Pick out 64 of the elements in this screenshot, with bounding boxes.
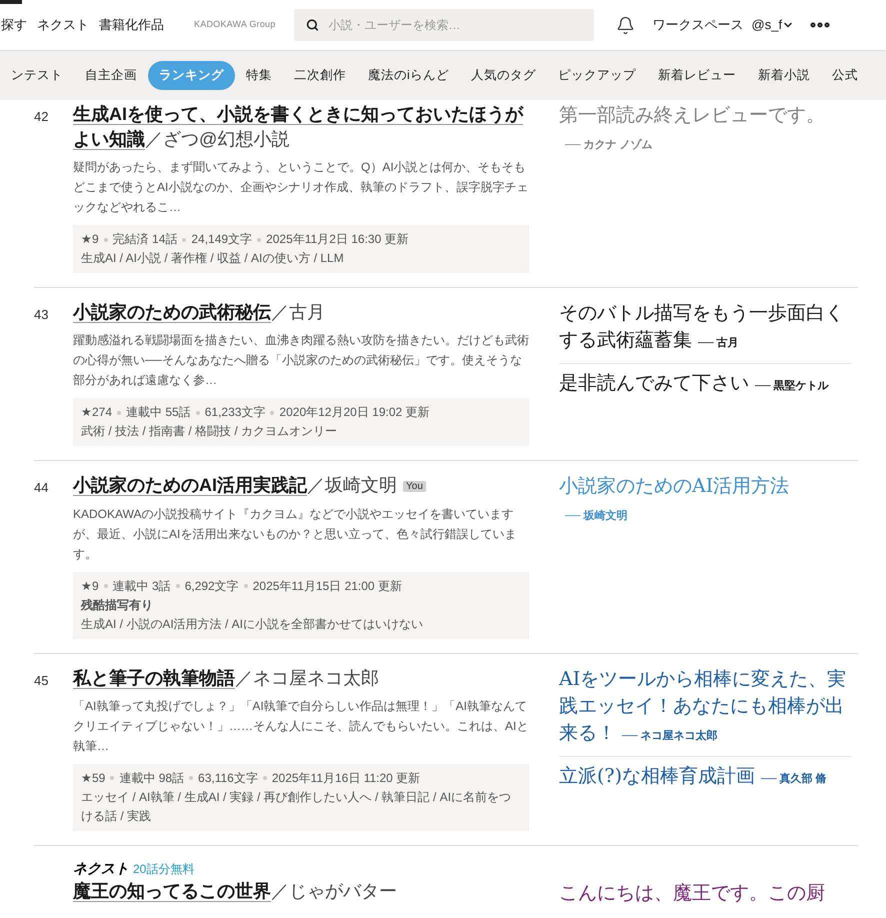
- rank-number: 44: [34, 480, 48, 495]
- bell-icon[interactable]: [616, 16, 635, 34]
- review-catchphrase[interactable]: こんにちは、魔王です。この厨: [559, 880, 851, 907]
- category-tab[interactable]: 特集: [235, 61, 283, 90]
- header-nav-link[interactable]: ネクスト: [37, 15, 89, 35]
- header-nav-link[interactable]: 探す: [1, 15, 27, 35]
- category-tab[interactable]: 人気のタグ: [460, 61, 547, 90]
- header-nav-link[interactable]: 書籍化作品: [99, 15, 164, 35]
- group-label: KADOKAWA Group: [194, 18, 276, 32]
- work-stat: ★9: [81, 231, 99, 248]
- review-catchphrase[interactable]: そのバトル描写をもう一歩面白くする武術蘊蓄集 ── 古月: [559, 300, 851, 357]
- category-tab[interactable]: ピックアップ: [546, 61, 647, 90]
- work-stat: 連載中 3話: [112, 578, 171, 595]
- search-icon: [306, 18, 318, 32]
- search-input[interactable]: 小説・ユーザーを検索…: [328, 16, 582, 34]
- free-episodes-label: 20話分無料: [133, 860, 194, 878]
- work-tags: 生成AI / 小説のAI活用方法 / AIに小説を全部書かせてはいけない: [81, 614, 521, 634]
- work-description: 疑問があったら、まず聞いてみよう、ということで。Q）AI小説とは何か、そもそもどこまで使うとAI小説なのか、企画やシナリオ作成、執筆のドラフト、誤字脱字チェックなどやれるこ…: [73, 159, 529, 216]
- work-description: 「AI執筆って丸投げでしょ？」「AI執筆で自分らしい作品は無理！」「AI執筆なんてクリエイティブじゃない！」……そんな人にこそ、読んでもらいたい。これは、AIと執筆…: [73, 698, 529, 755]
- search-field[interactable]: 小説・ユーザーを検索…: [294, 9, 594, 41]
- work-title-link[interactable]: 小説家のためのAI活用実践記／坂崎文明 You: [73, 473, 529, 499]
- logo-fragment: [0, 0, 22, 4]
- category-tab[interactable]: 魔法のiらんど: [357, 61, 460, 90]
- work-stat: ★9: [81, 578, 99, 595]
- rank-number: 45: [34, 672, 48, 688]
- review-catchphrase[interactable]: AIをツールから相棒に変えた、実践エッセイ！あなたにも相棒が出来る！ ── ネコ屋ネコ太郎: [559, 666, 851, 750]
- category-tab[interactable]: 新着レビュー: [646, 61, 747, 90]
- work-stat: 2025年11月16日 11:20 更新: [272, 770, 420, 787]
- work-stat: 6,292文字: [184, 578, 239, 595]
- work-stat: 63,116文字: [198, 770, 258, 787]
- rank-number: 43: [34, 307, 48, 322]
- category-tab[interactable]: 新着小説: [746, 61, 821, 90]
- work-title-link[interactable]: 生成AIを使って、小説を書くときに知っておいたほうがよい知識／ざつ@幻想小説: [73, 102, 529, 152]
- work-stat: ★274: [81, 404, 112, 421]
- content-warning: 残酷描写有り: [81, 596, 154, 614]
- category-tab[interactable]: 自主企画: [74, 61, 148, 90]
- work-stat: 連載中 55話: [126, 404, 191, 421]
- category-tab[interactable]: 公式: [820, 61, 869, 90]
- category-tab[interactable]: 二次創作: [283, 61, 357, 90]
- work-stat: 61,233文字: [204, 404, 266, 421]
- review-catchphrase[interactable]: 是非読んでみて下さい ── 黒堅ケトル: [559, 370, 851, 400]
- review-catchphrase[interactable]: 立派(?)な相棒育成計画 ── 真久部 脩: [559, 762, 851, 793]
- work-description: KADOKAWAの小説投稿サイト『カクヨム』などで小説やエッセイを書いていますが、最近、小説にAIを活用出来ないものか？と思い立って、色々試行錯誤しています。: [73, 506, 518, 563]
- work-stat: 24,149文字: [191, 231, 252, 248]
- rank-number: 42: [34, 109, 48, 124]
- work-title-link[interactable]: 小説家のための武術秘伝／古月: [73, 300, 529, 325]
- work-title-link[interactable]: 魔王の知ってるこの世界／じゃがバター: [73, 878, 529, 904]
- category-tab[interactable]: ンテスト: [0, 61, 74, 90]
- next-logo: ネクスト: [73, 858, 129, 878]
- work-tags: エッセイ / AI執筆 / 生成AI / 実録 / 再び創作したい人へ / 執筆日記 / AIに名前をつける話 / 実践: [81, 788, 521, 826]
- work-tags: 生成AI / AI小説 / 著作権 / 収益 / AIの使い方 / LLM: [81, 249, 521, 268]
- work-stat: 2020年12月20日 19:02 更新: [279, 404, 430, 421]
- work-description: 躍動感溢れる戦闘場面を描きたい、血沸き肉躍る熱い攻防を描きたい。だけども武術の心得が無い──そんなあなたへ贈る「小説家のための武術秘伝」です。使えそうな部分があれば遠慮なく参…: [73, 332, 529, 389]
- you-badge: You: [403, 480, 426, 492]
- work-title-link[interactable]: 私と筆子の執筆物語／ネコ屋ネコ太郎: [73, 666, 529, 691]
- review-catchphrase[interactable]: 第一部読み終えレビューです。 ── カクナ ノゾム: [559, 102, 851, 159]
- user-menu-button[interactable]: @s_f: [752, 15, 794, 35]
- work-stat: 完結済 14話: [112, 231, 178, 248]
- work-tags: 武術 / 技法 / 指南書 / 格闘技 / カクヨムオンリー: [81, 422, 521, 441]
- work-stat: 2025年11月15日 21:00 更新: [252, 578, 402, 595]
- work-stat: 連載中 98話: [119, 770, 184, 787]
- work-stat: ★59: [81, 770, 106, 787]
- workspace-link[interactable]: ワークスペース: [652, 15, 744, 35]
- work-stat: 2025年11月2日 16:30 更新: [266, 231, 409, 248]
